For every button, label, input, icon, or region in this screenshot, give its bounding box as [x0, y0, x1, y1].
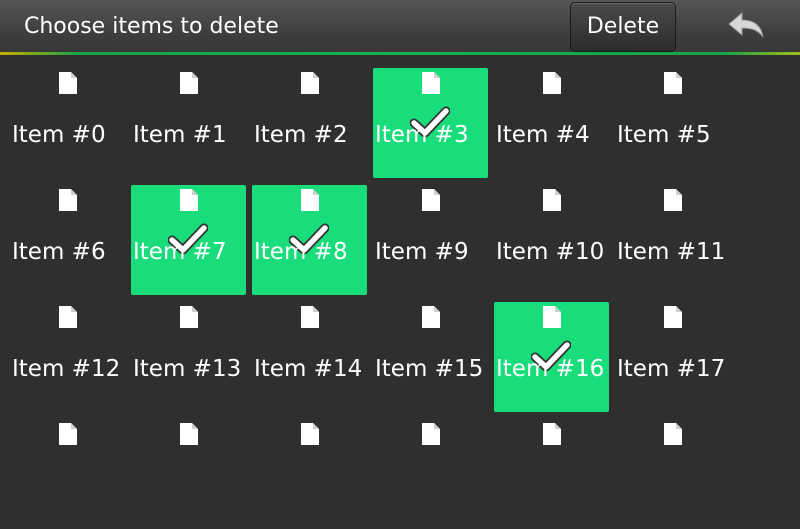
file-icon: [301, 423, 319, 445]
grid-item[interactable]: Item #14: [252, 302, 367, 412]
item-label: Item #13: [133, 356, 242, 382]
file-icon: [180, 189, 198, 211]
file-icon: [664, 72, 682, 94]
grid-item[interactable]: Item #10: [494, 185, 609, 295]
file-icon: [664, 423, 682, 445]
back-arrow-icon: [728, 12, 764, 38]
file-icon: [180, 72, 198, 94]
grid-item[interactable]: Item #4: [494, 68, 609, 178]
grid-item[interactable]: Item #16: [494, 302, 609, 412]
grid-item[interactable]: [131, 419, 246, 529]
delete-button[interactable]: Delete: [570, 2, 676, 52]
grid-item[interactable]: Item #11: [615, 185, 730, 295]
item-label: Item #8: [254, 239, 348, 265]
grid-item[interactable]: Item #3: [373, 68, 488, 178]
file-icon: [543, 189, 561, 211]
grid-item[interactable]: [252, 419, 367, 529]
item-label: Item #2: [254, 122, 348, 148]
grid-item[interactable]: Item #9: [373, 185, 488, 295]
grid-item[interactable]: Item #8: [252, 185, 367, 295]
item-label: Item #5: [617, 122, 711, 148]
grid-item[interactable]: Item #0: [10, 68, 125, 178]
file-icon: [59, 423, 77, 445]
file-icon: [422, 423, 440, 445]
grid-item[interactable]: [615, 419, 730, 529]
action-bar: Choose items to delete Delete: [0, 0, 800, 54]
header-accent-line: [0, 52, 800, 55]
item-label: Item #6: [12, 239, 106, 265]
file-icon: [543, 72, 561, 94]
grid-item[interactable]: Item #1: [131, 68, 246, 178]
grid-item[interactable]: Item #7: [131, 185, 246, 295]
grid-item[interactable]: [494, 419, 609, 529]
item-label: Item #10: [496, 239, 605, 265]
item-label: Item #7: [133, 239, 227, 265]
item-label: Item #12: [12, 356, 121, 382]
item-label: Item #4: [496, 122, 590, 148]
file-icon: [543, 306, 561, 328]
grid-item[interactable]: Item #13: [131, 302, 246, 412]
file-icon: [422, 306, 440, 328]
grid-item[interactable]: Item #5: [615, 68, 730, 178]
item-grid: Item #0 Item #1 Item #2 Item #3 Item #4 …: [10, 65, 790, 480]
item-label: Item #15: [375, 356, 484, 382]
item-label: Item #0: [12, 122, 106, 148]
grid-item[interactable]: Item #12: [10, 302, 125, 412]
item-label: Item #9: [375, 239, 469, 265]
grid-item[interactable]: Item #17: [615, 302, 730, 412]
file-icon: [59, 189, 77, 211]
grid-item[interactable]: [373, 419, 488, 529]
file-icon: [180, 306, 198, 328]
file-icon: [301, 306, 319, 328]
grid-item[interactable]: [10, 419, 125, 529]
item-label: Item #3: [375, 122, 469, 148]
file-icon: [422, 72, 440, 94]
file-icon: [301, 72, 319, 94]
grid-item[interactable]: Item #2: [252, 68, 367, 178]
file-icon: [543, 423, 561, 445]
item-label: Item #11: [617, 239, 726, 265]
item-label: Item #17: [617, 356, 726, 382]
file-icon: [664, 306, 682, 328]
item-label: Item #16: [496, 356, 605, 382]
item-label: Item #14: [254, 356, 363, 382]
file-icon: [422, 189, 440, 211]
file-icon: [59, 306, 77, 328]
file-icon: [180, 423, 198, 445]
file-icon: [59, 72, 77, 94]
file-icon: [664, 189, 682, 211]
grid-item[interactable]: Item #6: [10, 185, 125, 295]
file-icon: [301, 189, 319, 211]
grid-item[interactable]: Item #15: [373, 302, 488, 412]
item-label: Item #1: [133, 122, 227, 148]
page-title: Choose items to delete: [24, 14, 279, 39]
back-button[interactable]: [714, 4, 778, 48]
